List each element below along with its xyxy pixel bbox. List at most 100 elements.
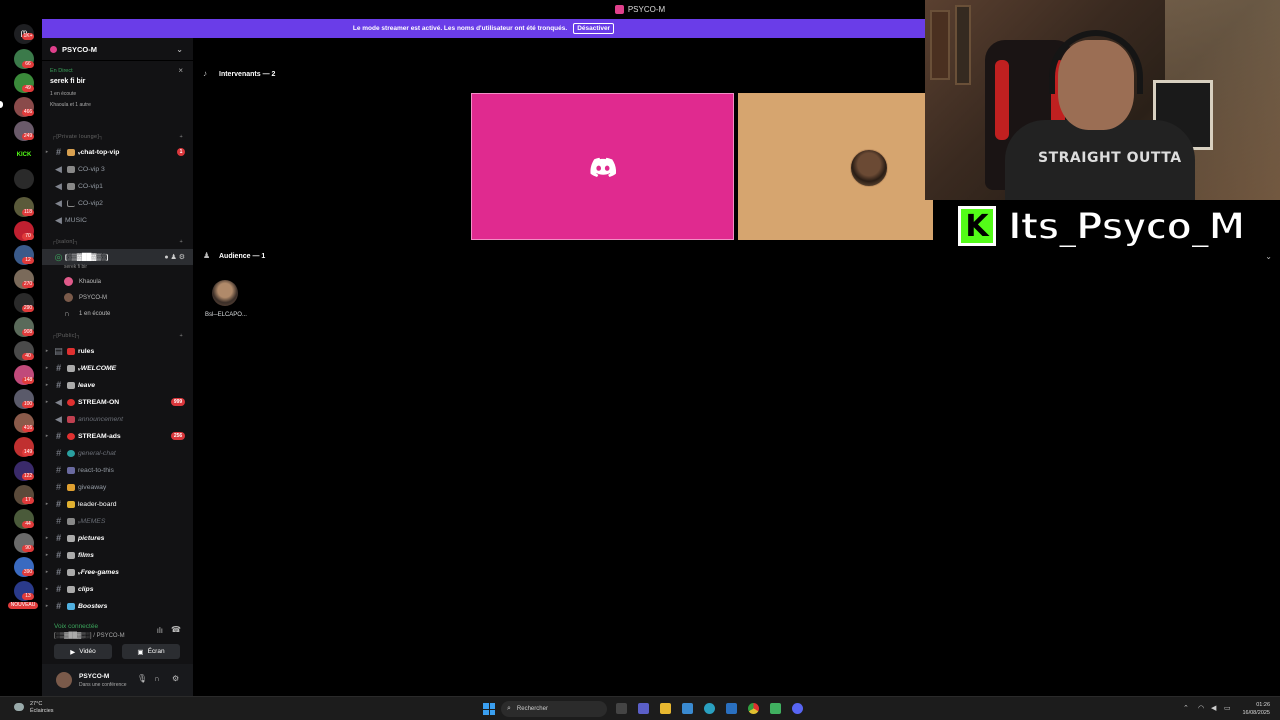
headphones-icon[interactable]: ∩ [154, 674, 160, 683]
disconnect-icon[interactable]: ☎ [171, 625, 181, 634]
megaphone-icon: ◀ [55, 396, 62, 407]
mail-icon[interactable] [726, 703, 737, 714]
chevron-down-icon[interactable]: ⌄ [1265, 252, 1272, 261]
teams-icon[interactable] [638, 703, 649, 714]
voice-channel-music[interactable]: ◀ MUSIC [42, 212, 193, 228]
stage-channel-active[interactable]: ◎ [░▒▓██▓▒░] ● ♟ ⚙ [42, 249, 193, 265]
file-explorer-icon[interactable] [660, 703, 671, 714]
chrome-icon[interactable] [748, 703, 759, 714]
rail-badge: 290 [22, 305, 34, 312]
wifi-icon[interactable]: ◠ [1198, 704, 1204, 712]
task-view-icon[interactable] [616, 703, 627, 714]
expand-icon: ▸ [45, 382, 49, 388]
listening-count: ∩ 1 en écoute [64, 309, 110, 318]
channel-label: ᵥMEMES [78, 517, 106, 525]
live-stage-card[interactable]: En Direct × serek fi bir 1 en écoute Kha… [42, 62, 193, 114]
channel-leave[interactable]: ▸ # leave [42, 377, 193, 393]
rail-badge: 390 [22, 569, 34, 576]
soundboard-icon[interactable]: ılı [157, 626, 163, 635]
channel-sidebar: PSYCO-M ⌄ En Direct × serek fi bir 1 en … [42, 38, 193, 696]
emoji-icon [67, 148, 75, 156]
channel-boosters[interactable]: ▸ # Boosters [42, 598, 193, 614]
emoji-icon [67, 415, 75, 423]
category-label: ┌[Private lounge]┐ [52, 134, 104, 140]
channel-label: STREAM-ON [78, 398, 120, 406]
weather-widget[interactable]: 27°C Éclaircies [14, 701, 54, 715]
store-icon[interactable] [682, 703, 693, 714]
screen-share-button[interactable]: ▣ Écran [122, 644, 180, 659]
taskbar-search[interactable]: ⌕ Rechercher [501, 701, 607, 717]
server-header[interactable]: PSYCO-M ⌄ [42, 38, 193, 61]
rail-badge: 416 [22, 425, 34, 432]
expand-icon: ▸ [45, 569, 49, 575]
emoji-icon [67, 449, 75, 457]
discord-taskbar-icon[interactable] [792, 703, 803, 714]
hash-icon: # [55, 601, 61, 611]
category-salon[interactable]: ┌[salon]┐ + [52, 239, 183, 245]
channel-label: Boosters [78, 602, 108, 610]
member-khaoula[interactable]: Khaoula [64, 277, 101, 286]
channel-giveaway[interactable]: # giveaway [42, 479, 193, 495]
channel-clips[interactable]: ▸ # clips [42, 581, 193, 597]
voice-channel-co-vip2[interactable]: ◀ CO-vip2 [42, 195, 193, 211]
rail-badge: 90 [22, 545, 34, 552]
channel-welcome[interactable]: ▸ # ᵥWELCOME [42, 360, 193, 376]
voice-channel-name: [░▒▓██▓▒░] / PSYCO-M [54, 633, 125, 639]
rail-badge: 70 [22, 233, 34, 240]
kick-logo-icon: K [958, 206, 996, 246]
speaker-tile-user[interactable] [738, 93, 933, 240]
voice-channel-co-vip3[interactable]: ◀ CO-vip 3 [42, 161, 193, 177]
category-private[interactable]: ┌[Private lounge]┐ + [52, 134, 183, 140]
category-public[interactable]: ┌[Public]┐ + [52, 333, 183, 339]
microphone-icon: ♪ [203, 69, 207, 78]
speaker-tile-discord[interactable] [471, 93, 734, 240]
tray-chevron-icon[interactable]: ⌃ [1183, 704, 1189, 712]
channel-memes[interactable]: # ᵥMEMES [42, 513, 193, 529]
disable-streamer-button[interactable]: Désactiver [573, 23, 615, 34]
category-label: ┌[salon]┐ [52, 239, 79, 245]
channel-films[interactable]: ▸ # films [42, 547, 193, 563]
microphone-icon[interactable]: 🎙︎ [137, 674, 147, 683]
channel-general-chat[interactable]: # general-chat [42, 445, 193, 461]
add-channel-icon[interactable]: + [179, 239, 183, 245]
speakers-label: Intervenants — 2 [219, 70, 276, 78]
battery-icon[interactable]: ▭ [1224, 704, 1231, 712]
chevron-down-icon[interactable]: ⌄ [176, 45, 183, 54]
channel-actions-icons[interactable]: ● ♟ ⚙ [164, 253, 185, 261]
channel-free-games[interactable]: ▸ # ᵥFree-games [42, 564, 193, 580]
edge-icon[interactable] [704, 703, 715, 714]
mention-badge: 1 [177, 148, 185, 156]
close-icon[interactable]: × [178, 66, 183, 75]
channel-react-to-this[interactable]: # react-to-this [42, 462, 193, 478]
cam-headphones [1049, 30, 1143, 94]
emoji-icon [67, 551, 75, 559]
video-button[interactable]: ▶ Vidéo [54, 644, 112, 659]
add-channel-icon[interactable]: + [179, 134, 183, 140]
system-clock[interactable]: 01:26 16/08/2025 [1242, 701, 1270, 717]
windows-start-icon[interactable] [483, 703, 495, 715]
channel-chat-top-vip[interactable]: ▸ # ᵥchat-top-vip 1 [42, 144, 193, 160]
avatar[interactable] [56, 672, 72, 688]
channel-stream-ads[interactable]: ▸ # STREAM-ads 256 [42, 428, 193, 444]
channel-label: leave [78, 381, 96, 389]
volume-icon[interactable]: ◀ [1211, 704, 1216, 712]
member-name: PSYCO-M [79, 294, 108, 301]
add-channel-icon[interactable]: + [179, 333, 183, 339]
channel-rules[interactable]: ▸ ▤ rules [42, 343, 193, 359]
speaker-icon: ◀ [55, 214, 62, 225]
channel-leader-board[interactable]: ▸ # leader-board [42, 496, 193, 512]
expand-icon: ▸ [45, 348, 49, 354]
channel-announcement[interactable]: ◀ announcement [42, 411, 193, 427]
channel-pictures[interactable]: ▸ # pictures [42, 530, 193, 546]
rail-badge: 148 [22, 377, 34, 384]
app-icon[interactable] [770, 703, 781, 714]
voice-channel-co-vip1[interactable]: ◀ CO-vip1 [42, 178, 193, 194]
expand-icon: ▸ [45, 535, 49, 541]
streamer-mode-banner: Le mode streamer est activé. Les noms d'… [42, 19, 925, 38]
kick-server-icon[interactable]: KICK [14, 145, 34, 165]
channel-stream-on[interactable]: ▸ ◀ STREAM-ON 999 [42, 394, 193, 410]
discord-logo-icon [589, 157, 616, 177]
settings-gear-icon[interactable]: ⚙ [172, 674, 179, 683]
member-psyco-m[interactable]: PSYCO-M [64, 293, 107, 302]
server-icon[interactable] [14, 169, 34, 189]
